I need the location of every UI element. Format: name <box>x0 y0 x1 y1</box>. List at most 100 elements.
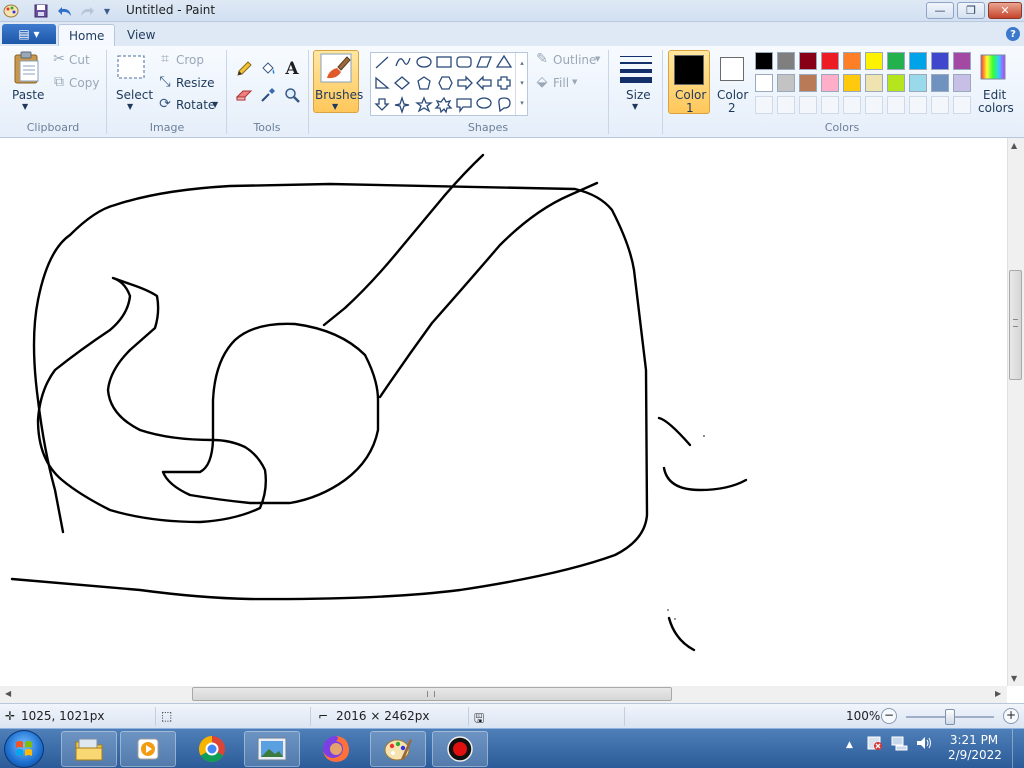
scroll-left-icon[interactable]: ◀ <box>5 689 11 698</box>
text-tool-icon[interactable]: A <box>281 58 303 80</box>
scroll-right-icon[interactable]: ▶ <box>995 689 1001 698</box>
palette-swatch[interactable] <box>865 52 883 70</box>
custom-color-slot[interactable] <box>843 96 861 114</box>
color2-swatch[interactable] <box>720 57 744 81</box>
outline-button[interactable]: Outline <box>553 53 596 67</box>
tab-home[interactable]: Home <box>58 24 116 46</box>
edit-colors-icon[interactable] <box>980 54 1006 80</box>
rotate-dropdown-icon[interactable]: ▼ <box>212 100 218 109</box>
crop-button[interactable]: Crop <box>176 53 204 67</box>
eraser-icon[interactable] <box>233 84 255 106</box>
brushes-dropdown-icon[interactable]: ▼ <box>332 102 338 111</box>
taskbar-chrome[interactable] <box>184 731 240 767</box>
pencil-icon[interactable] <box>233 58 255 80</box>
taskbar-firefox[interactable] <box>308 731 364 767</box>
shapes-gallery-icons[interactable] <box>373 54 523 116</box>
network-icon[interactable] <box>891 735 909 754</box>
scroll-down-icon[interactable]: ▼ <box>1011 674 1017 683</box>
custom-color-slot[interactable] <box>799 96 817 114</box>
palette-swatch[interactable] <box>821 74 839 92</box>
select-dropdown-icon[interactable]: ▼ <box>127 102 133 111</box>
save-icon[interactable] <box>32 2 50 20</box>
cut-button[interactable]: Cut <box>69 53 90 67</box>
custom-color-slot[interactable] <box>821 96 839 114</box>
palette-swatch[interactable] <box>909 74 927 92</box>
undo-icon[interactable] <box>56 2 74 20</box>
paste-button[interactable]: Paste <box>12 88 44 102</box>
outline-dropdown-icon[interactable]: ▼ <box>595 55 600 63</box>
redo-icon[interactable] <box>78 2 96 20</box>
palette-swatch[interactable] <box>799 52 817 70</box>
scroll-up-icon[interactable]: ▲ <box>1011 141 1017 150</box>
select-icon[interactable] <box>116 54 146 80</box>
palette-swatch[interactable] <box>953 52 971 70</box>
vertical-scroll-thumb[interactable] <box>1009 270 1022 380</box>
paste-icon[interactable] <box>10 50 44 86</box>
start-button[interactable] <box>4 730 44 768</box>
brushes-label: Brushes <box>315 88 364 102</box>
palette-swatch[interactable] <box>909 52 927 70</box>
palette-swatch[interactable] <box>755 52 773 70</box>
minimize-button[interactable]: — <box>926 2 954 19</box>
paste-dropdown-icon[interactable]: ▼ <box>22 102 28 111</box>
color2-label[interactable]: Color <box>717 88 748 102</box>
custom-color-slot[interactable] <box>931 96 949 114</box>
resize-button[interactable]: Resize <box>176 76 214 90</box>
custom-color-slot[interactable] <box>953 96 971 114</box>
zoom-in-button[interactable]: + <box>1003 708 1019 724</box>
taskbar-photo-viewer[interactable] <box>244 731 300 767</box>
size-dropdown-icon[interactable]: ▼ <box>632 102 638 111</box>
file-menu-button[interactable]: ▤ ▾ <box>2 24 56 44</box>
palette-swatch[interactable] <box>777 52 795 70</box>
show-desktop-button[interactable] <box>1012 729 1024 768</box>
palette-swatch[interactable] <box>887 52 905 70</box>
paint-app-icon[interactable] <box>2 2 20 20</box>
custom-color-slot[interactable] <box>887 96 905 114</box>
custom-color-slot[interactable] <box>909 96 927 114</box>
zoom-slider-thumb[interactable] <box>945 709 955 725</box>
tab-view[interactable]: View <box>117 24 165 46</box>
palette-swatch[interactable] <box>755 74 773 92</box>
edit-colors-label[interactable]: Edit <box>983 88 1006 102</box>
maximize-button[interactable]: ❐ <box>957 2 985 19</box>
palette-swatch[interactable] <box>953 74 971 92</box>
taskbar-paint[interactable] <box>370 731 426 767</box>
zoom-out-button[interactable]: − <box>881 708 897 724</box>
volume-icon[interactable] <box>915 735 933 754</box>
close-button[interactable]: ✕ <box>988 2 1022 19</box>
fill-dropdown-icon[interactable]: ▼ <box>572 78 577 86</box>
fill-bucket-icon[interactable] <box>257 58 279 80</box>
taskbar-file-explorer[interactable] <box>61 731 117 767</box>
action-center-icon[interactable] <box>866 735 884 754</box>
drawing-canvas[interactable] <box>0 138 1007 686</box>
palette-swatch[interactable] <box>931 52 949 70</box>
rotate-button[interactable]: Rotate <box>176 98 215 112</box>
help-icon[interactable]: ? <box>1006 27 1020 41</box>
magnifier-icon[interactable] <box>281 84 303 106</box>
palette-swatch[interactable] <box>821 52 839 70</box>
select-button[interactable]: Select <box>116 88 153 102</box>
palette-swatch[interactable] <box>777 74 795 92</box>
custom-color-slot[interactable] <box>755 96 773 114</box>
palette-swatch[interactable] <box>887 74 905 92</box>
palette-swatch[interactable] <box>931 74 949 92</box>
horizontal-scroll-thumb[interactable] <box>192 687 672 701</box>
vertical-scrollbar[interactable] <box>1007 138 1024 686</box>
size-button[interactable]: Size <box>626 88 651 102</box>
taskbar-media-player[interactable] <box>120 731 176 767</box>
palette-swatch[interactable] <box>843 74 861 92</box>
line-size-icon[interactable] <box>618 52 654 86</box>
custom-color-slot[interactable] <box>865 96 883 114</box>
show-hidden-icons-button[interactable]: ▲ <box>846 740 853 750</box>
taskbar-recorder[interactable] <box>432 731 488 767</box>
system-clock[interactable]: 3:21 PM 2/9/2022 <box>948 733 1002 763</box>
fill-button[interactable]: Fill <box>553 76 569 90</box>
palette-swatch[interactable] <box>865 74 883 92</box>
palette-swatch[interactable] <box>799 74 817 92</box>
color-picker-icon[interactable] <box>257 84 279 106</box>
copy-button[interactable]: Copy <box>69 76 99 90</box>
palette-swatch[interactable] <box>843 52 861 70</box>
custom-color-slot[interactable] <box>777 96 795 114</box>
shapes-scroll[interactable]: ▴ ▾ ▾ <box>515 53 528 115</box>
customize-quick-access-button[interactable]: ▾ <box>98 2 116 20</box>
